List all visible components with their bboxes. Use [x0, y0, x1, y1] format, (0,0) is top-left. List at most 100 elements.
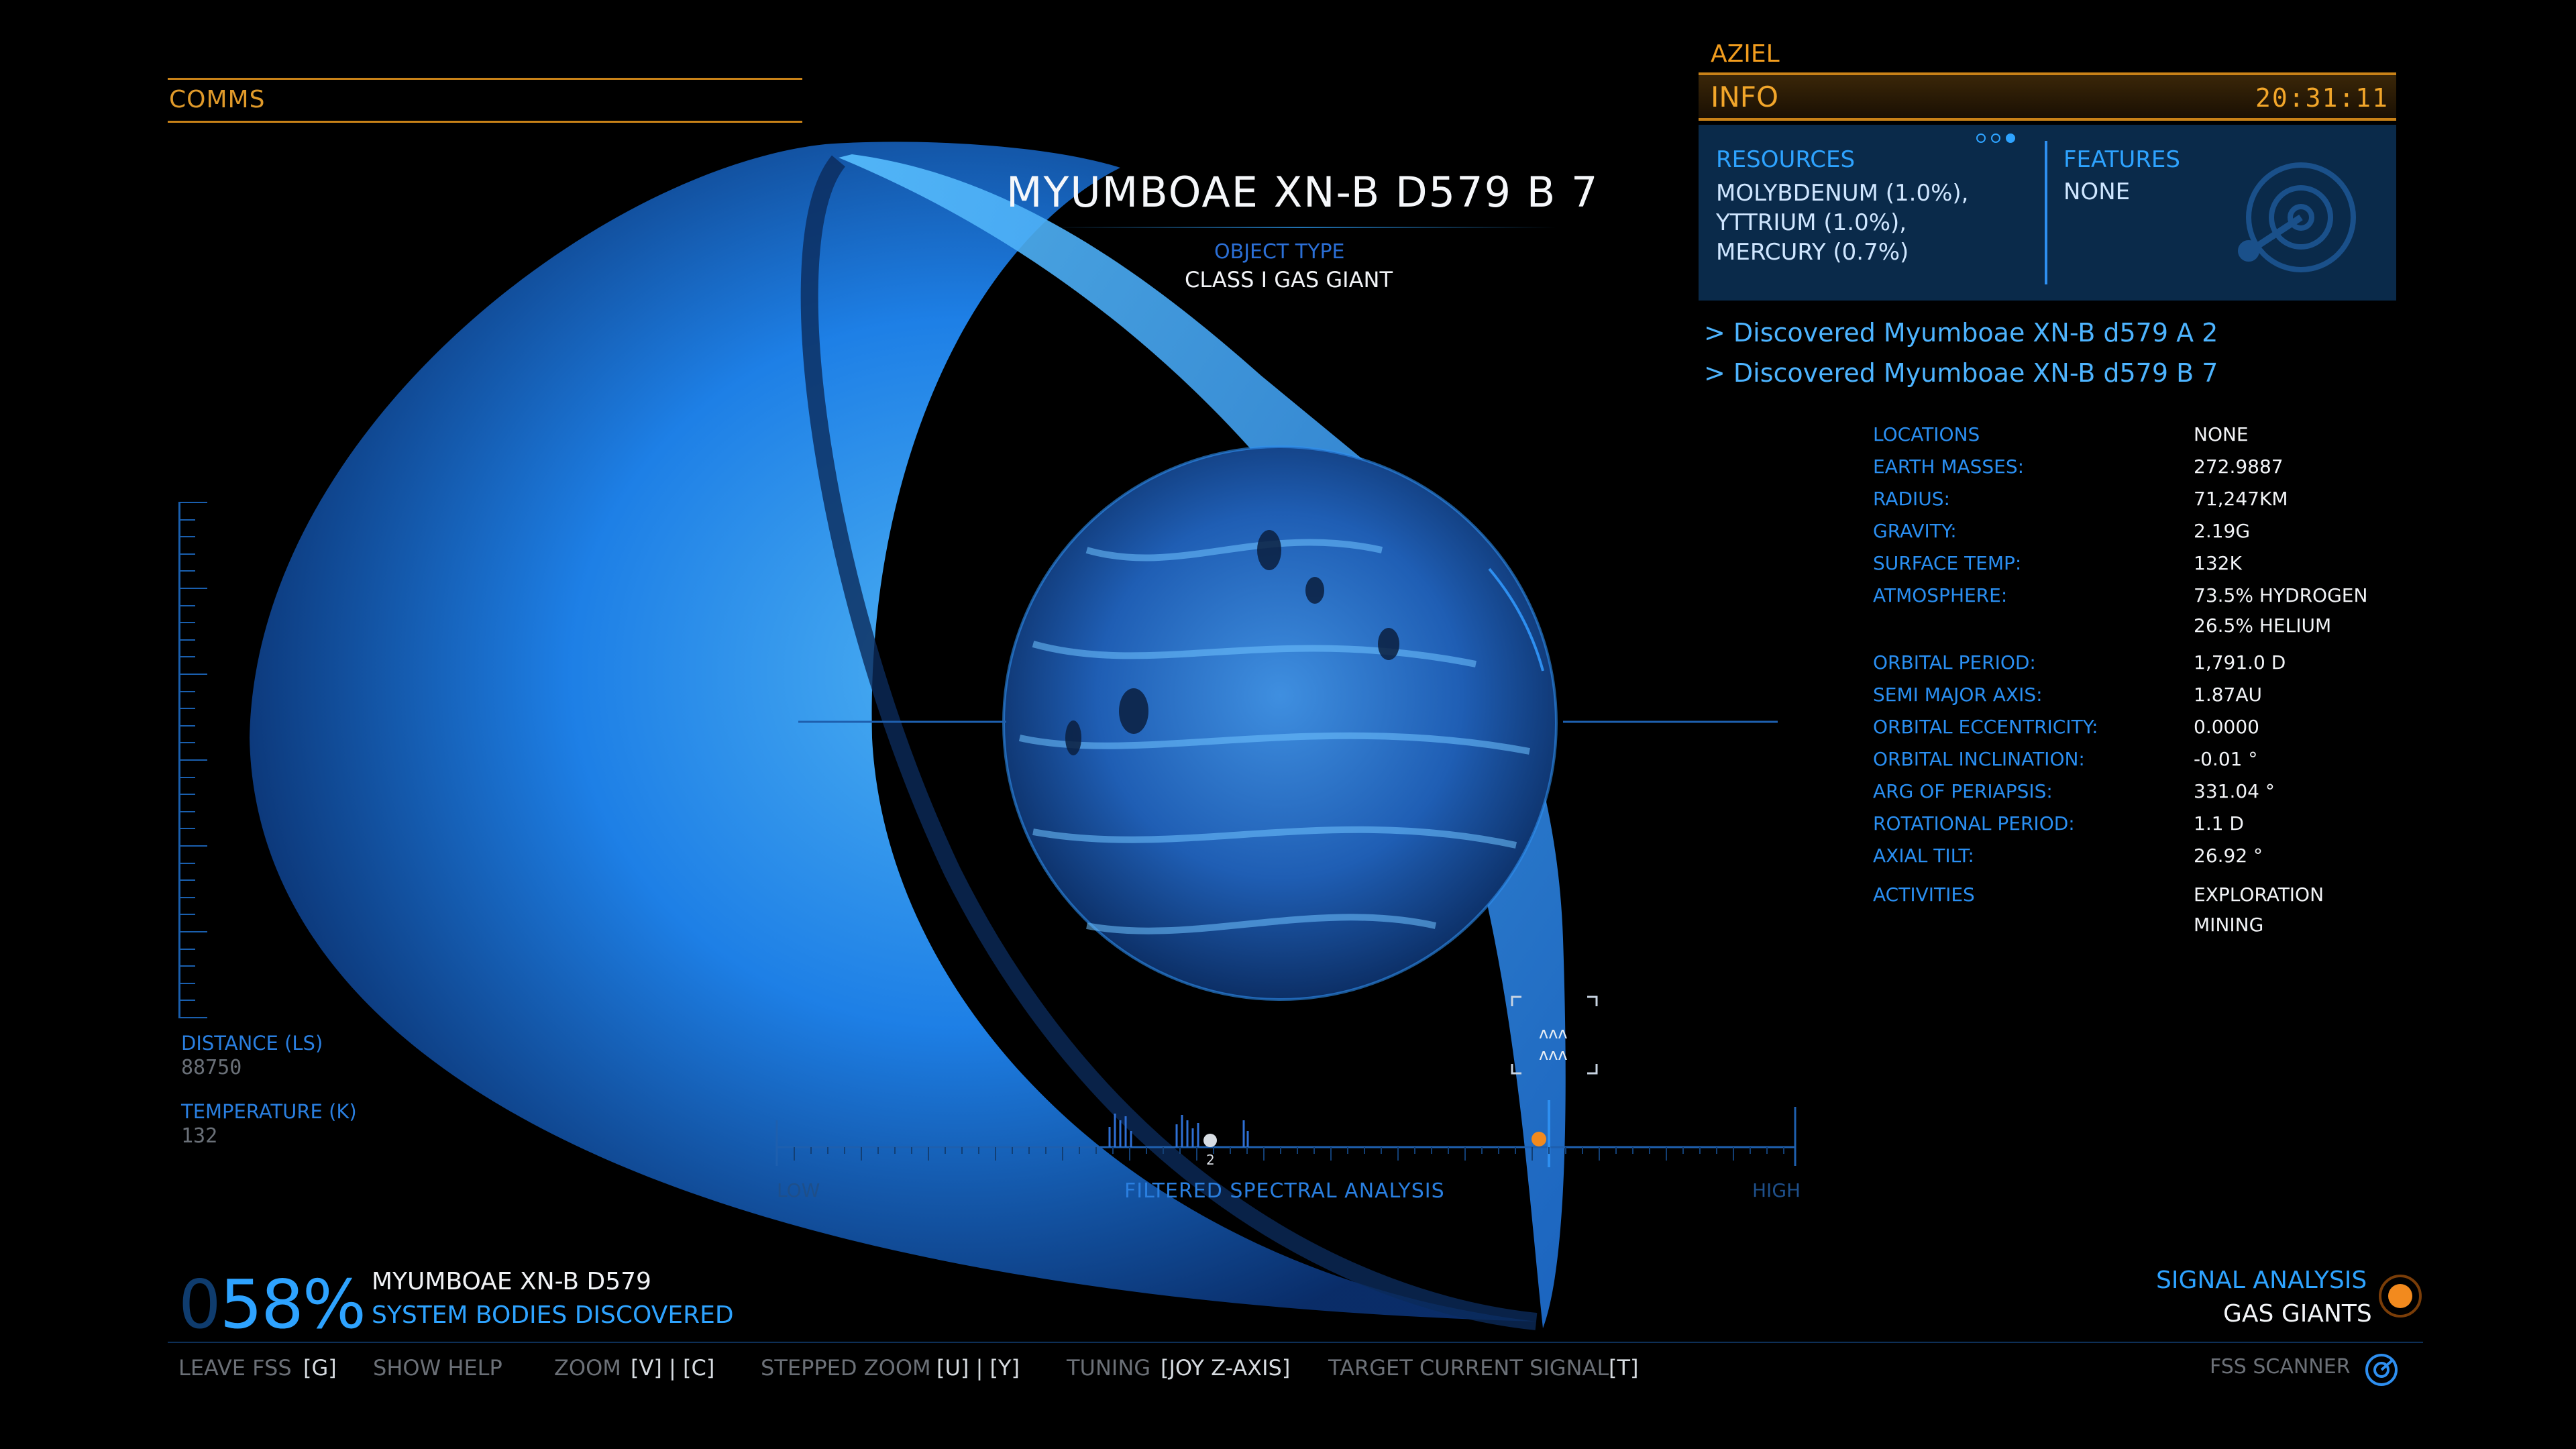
stat-key: ORBITAL PERIOD: — [1873, 651, 2036, 674]
scale-tick — [180, 896, 195, 898]
system-name: MYUMBOAE XN-B D579 — [372, 1268, 651, 1295]
stat-value: -0.01 ° — [2194, 748, 2258, 770]
scale-tick — [180, 553, 195, 555]
tuning-key: [JOY Z-AXIS] — [1161, 1355, 1291, 1381]
page-indicator[interactable] — [1976, 133, 2021, 146]
stat-value: NONE — [2194, 423, 2249, 445]
target-signal-marker[interactable] — [1532, 1132, 1546, 1146]
scale-tick — [180, 724, 195, 727]
scale-tick — [180, 914, 195, 916]
features-value: NONE — [2063, 178, 2131, 205]
stat-key: ORBITAL ECCENTRICITY: — [1873, 716, 2098, 738]
stat-value-col: 0.0000 — [2194, 711, 2259, 743]
spectrum-bar[interactable]: 2 — [774, 1100, 1798, 1167]
stat-key: SURFACE TEMP: — [1873, 552, 2022, 574]
features-title: FEATURES — [2063, 146, 2181, 173]
stepped-zoom-key: [U] | [Y] — [936, 1355, 1020, 1381]
svg-text:ʌʌʌ: ʌʌʌ — [1539, 1024, 1568, 1042]
stat-key: ACTIVITIES — [1873, 883, 1975, 906]
signal-analysis-label: SIGNAL ANALYSIS — [2156, 1267, 2367, 1294]
signal-type-icon — [2379, 1275, 2422, 1318]
stat-row: LOCATIONS NONE — [1873, 419, 2367, 451]
scale-tick — [180, 519, 195, 521]
scale-tick — [180, 948, 195, 950]
title-underline — [1046, 227, 1556, 228]
scale-tick — [180, 604, 195, 606]
spectrum-low-label: LOW — [777, 1179, 820, 1201]
scale-tick — [180, 622, 195, 624]
scale-tick — [180, 1000, 195, 1002]
stepped-zoom-label[interactable]: STEPPED ZOOM — [761, 1355, 931, 1381]
stat-row: ORBITAL ECCENTRICITY: 0.0000 — [1873, 711, 2367, 743]
stat-value: MINING — [2194, 914, 2264, 936]
temperature-label: TEMPERATURE (K) — [181, 1100, 357, 1123]
signal-marker[interactable] — [1203, 1134, 1217, 1147]
stat-value: 132K — [2194, 552, 2242, 574]
comms-tab[interactable]: COMMS — [169, 86, 265, 113]
scale-tick — [180, 810, 195, 812]
footer-divider — [168, 1342, 2423, 1343]
stat-value: EXPLORATION — [2194, 883, 2324, 906]
page-dot-1[interactable] — [1976, 133, 1986, 143]
scale-tick — [180, 536, 195, 538]
show-help-label[interactable]: SHOW HELP — [373, 1355, 502, 1381]
clock: 20:31:11 — [2255, 83, 2390, 113]
stat-value: 26.92 ° — [2194, 845, 2263, 867]
leave-fss-label[interactable]: LEAVE FSS — [178, 1355, 292, 1381]
stat-value: 1,791.0 D — [2194, 651, 2286, 674]
scale-tick — [180, 965, 195, 967]
stat-value: 26.5% HELIUM — [2194, 614, 2332, 637]
signal-analysis-value: GAS GIANTS — [2223, 1300, 2372, 1328]
fss-scanner-icon — [2365, 1354, 2398, 1386]
stat-key: ROTATIONAL PERIOD: — [1873, 812, 2075, 835]
distance-label: DISTANCE (LS) — [181, 1032, 323, 1055]
stat-value: 331.04 ° — [2194, 780, 2275, 802]
object-type-label: OBJECT TYPE — [1214, 240, 1345, 264]
scale-tick — [180, 982, 195, 984]
page-dot-3[interactable] — [2006, 133, 2015, 143]
discovery-log-entry: > Discovered Myumboae XN-B d579 A 2 — [1704, 318, 2218, 347]
stat-value-col: 272.9887 — [2194, 451, 2284, 483]
stat-key: LOCATIONS — [1873, 423, 1980, 445]
stat-row: EARTH MASSES: 272.9887 — [1873, 451, 2367, 483]
stat-value: 73.5% HYDROGEN — [2194, 584, 2368, 606]
zoom-label[interactable]: ZOOM — [554, 1355, 621, 1381]
scale-tick — [180, 862, 195, 864]
stat-value-col: 2.19G — [2194, 515, 2250, 547]
row-gap — [1873, 872, 2367, 879]
object-type-value: CLASS I GAS GIANT — [1185, 267, 1393, 292]
stat-value-col: EXPLORATION MINING — [2194, 879, 2324, 939]
scale-tick — [180, 794, 195, 796]
commander-name: AZIEL — [1711, 40, 1780, 68]
stat-value: 0.0000 — [2194, 716, 2259, 738]
page-dot-2[interactable] — [1991, 133, 2000, 143]
discovery-percent: 058% — [178, 1265, 366, 1344]
orbit-radar-icon — [2238, 162, 2356, 272]
stat-row: ARG OF PERIAPSIS: 331.04 ° — [1873, 775, 2367, 808]
tuning-label[interactable]: TUNING — [1067, 1355, 1150, 1381]
info-tab[interactable]: INFO — [1711, 80, 1778, 113]
temperature-value: 132 — [181, 1124, 218, 1148]
scale-tick — [180, 742, 195, 744]
comms-divider-top — [168, 78, 802, 80]
distance-scale — [178, 502, 207, 1018]
resource-item: MOLYBDENUM (1.0%), — [1716, 180, 1969, 207]
stat-row: ATMOSPHERE: 73.5% HYDROGEN 26.5% HELIUM — [1873, 580, 2367, 640]
panel-divider — [2045, 141, 2047, 284]
resources-title: RESOURCES — [1716, 146, 1856, 173]
stat-value: 71,247KM — [2194, 488, 2288, 510]
spectrum-title: FILTERED SPECTRAL ANALYSIS — [1124, 1179, 1445, 1203]
stat-value-col: 71,247KM — [2194, 483, 2288, 515]
target-signal-label[interactable]: TARGET CURRENT SIGNAL — [1328, 1355, 1609, 1381]
stat-value-col: 26.92 ° — [2194, 840, 2263, 872]
resource-item: YTTRIUM (1.0%), — [1716, 209, 1907, 236]
spectrum-ticks — [794, 1147, 1784, 1161]
distance-value: 88750 — [181, 1056, 242, 1079]
scale-tick — [180, 776, 195, 778]
stat-value: 1.1 D — [2194, 812, 2244, 835]
body-stats-table: LOCATIONS NONE EARTH MASSES: 272.9887 RADIUS… — [1873, 419, 2367, 939]
stat-key: ORBITAL INCLINATION: — [1873, 748, 2085, 770]
stat-value: 2.19G — [2194, 520, 2251, 542]
signal-count: 2 — [1206, 1152, 1215, 1167]
stat-value-col: 1,791.0 D — [2194, 647, 2286, 679]
